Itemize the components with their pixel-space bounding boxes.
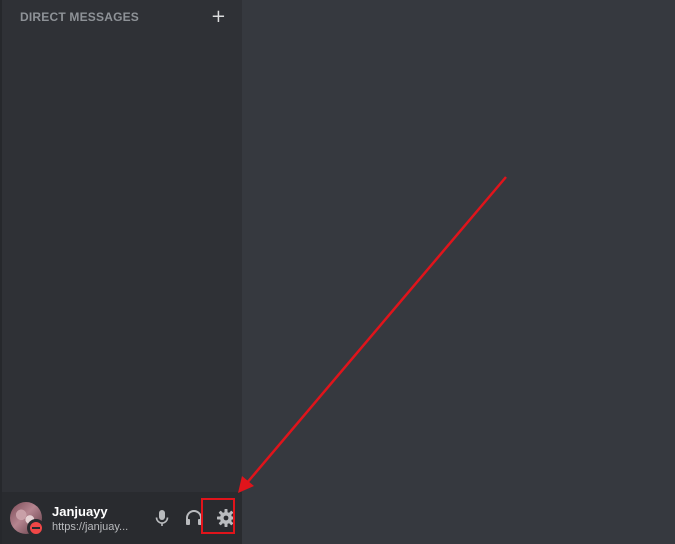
discord-app: DIRECT MESSAGES + Janjuayy https://janju… <box>0 0 675 544</box>
microphone-icon <box>155 510 169 526</box>
dm-section-title: DIRECT MESSAGES <box>20 10 140 24</box>
username: Janjuayy <box>52 503 108 519</box>
gear-icon <box>217 509 235 527</box>
dm-sidebar: DIRECT MESSAGES + Janjuayy https://janju… <box>0 0 242 544</box>
dnd-status-icon <box>27 519 45 537</box>
create-dm-button[interactable]: + <box>211 8 226 26</box>
mute-button[interactable] <box>146 502 178 534</box>
headphones-icon <box>186 510 202 525</box>
user-settings-button[interactable] <box>210 502 242 534</box>
user-avatar-button[interactable] <box>10 502 45 537</box>
user-info[interactable]: Janjuayy https://janjuay... <box>52 504 138 533</box>
custom-status: https://janjuay... <box>52 520 129 533</box>
dm-section-header: DIRECT MESSAGES + <box>20 8 226 26</box>
voice-controls <box>146 502 242 534</box>
deafen-button[interactable] <box>178 502 210 534</box>
user-panel: Janjuayy https://janjuay... <box>2 492 242 544</box>
